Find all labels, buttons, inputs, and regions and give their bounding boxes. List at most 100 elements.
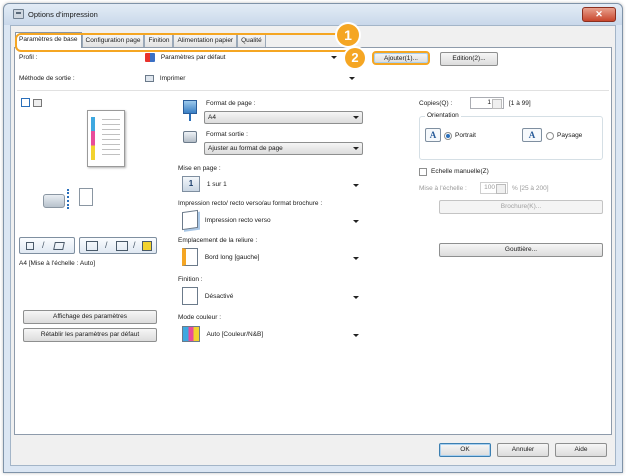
chevron-down-icon xyxy=(349,77,355,80)
page-curl-icon xyxy=(53,242,65,250)
color-stripe xyxy=(91,117,95,160)
color-mode-icon xyxy=(182,326,200,343)
orientation-label: Orientation xyxy=(425,112,461,119)
binding-value: Bord long [gauche] xyxy=(204,254,260,261)
gutter-button[interactable]: Gouttière... xyxy=(439,243,603,257)
layout-value: 1 sur 1 xyxy=(206,181,227,188)
landscape-icon: A xyxy=(522,128,542,142)
book-page-icon xyxy=(116,241,128,251)
landscape-radio[interactable] xyxy=(546,132,554,140)
tab-page-setup[interactable]: Configuration page xyxy=(81,33,145,48)
profile-icon xyxy=(145,52,155,62)
ok-button[interactable]: OK xyxy=(439,443,491,457)
printer-illustration-icon xyxy=(43,194,65,208)
tab-strip: Paramètres de base Configuration page Fi… xyxy=(15,32,266,48)
color-mode-dropdown[interactable]: Auto [Couleur/N&B] xyxy=(178,324,363,346)
arrow-down-icon xyxy=(189,114,191,121)
profile-label: Profil : xyxy=(19,54,38,61)
manual-scaling-label: Echelle manuelle(Z) xyxy=(431,168,489,175)
duplex-label: Impression recto/ recto verso/au format … xyxy=(178,200,323,207)
help-button[interactable]: Aide xyxy=(555,443,607,457)
chevron-down-icon xyxy=(353,147,359,150)
cancel-button[interactable]: Annuler xyxy=(497,443,549,457)
text-line xyxy=(102,144,120,145)
page-size-value: A4 xyxy=(208,114,216,121)
finishing-value: Désactivé xyxy=(204,293,234,300)
duplex-preview-button[interactable]: / / xyxy=(79,237,157,254)
layout-icon: 1 xyxy=(182,176,200,193)
page-icon xyxy=(26,242,34,250)
page-size-label: Format de page : xyxy=(206,100,256,107)
output-size-icon xyxy=(183,131,197,143)
portrait-label: Portrait xyxy=(455,132,476,139)
slash-icon: / xyxy=(105,240,108,250)
callout-badge-2: 2 xyxy=(345,48,365,68)
feed-direction-icon xyxy=(67,189,69,209)
binding-label: Emplacement de la reliure : xyxy=(178,237,258,244)
add-profile-button[interactable]: Ajouter(1)... xyxy=(372,51,430,65)
text-line xyxy=(102,124,120,125)
chevron-down-icon xyxy=(353,296,359,299)
copies-spinner[interactable]: 1 xyxy=(470,97,504,109)
close-button[interactable]: ✕ xyxy=(582,7,616,22)
restore-defaults-button[interactable]: Rétablir les paramètres par défaut xyxy=(23,328,157,342)
finishing-label: Finition : xyxy=(178,276,203,283)
duplex-icon xyxy=(182,210,198,231)
title-bar: Options d'impression ✕ xyxy=(4,4,622,25)
single-sided-preview-button[interactable]: / xyxy=(19,237,75,254)
output-size-dropdown[interactable]: Ajuster au format de page xyxy=(204,142,363,155)
tab-finishing[interactable]: Finition xyxy=(144,33,174,48)
chevron-down-icon xyxy=(331,56,337,59)
basic-settings-panel: Profil : Paramètres par défaut 2 Ajouter… xyxy=(14,47,612,435)
window-title: Options d'impression xyxy=(28,10,98,19)
slash-icon: / xyxy=(42,240,45,250)
booklet-button[interactable]: Brochure(K)... xyxy=(439,200,603,214)
text-line xyxy=(102,149,120,150)
text-line xyxy=(102,129,120,130)
layout-dropdown[interactable]: 1 1 sur 1 xyxy=(178,175,363,195)
page-size-dropdown[interactable]: A4 xyxy=(204,111,363,124)
text-line xyxy=(102,139,120,140)
text-line xyxy=(102,119,120,120)
binding-dropdown[interactable]: Bord long [gauche] xyxy=(178,247,363,269)
printer-icon xyxy=(13,9,24,19)
copies-range: [1 à 99] xyxy=(509,100,531,107)
portrait-radio[interactable] xyxy=(444,132,452,140)
tab-paper-source[interactable]: Alimentation papier xyxy=(173,33,238,48)
chevron-down-icon xyxy=(353,116,359,119)
scale-label: Mise à l'échelle : xyxy=(419,185,467,192)
output-size-label: Format sortie : xyxy=(206,131,248,138)
tab-basic-settings[interactable]: Paramètres de base xyxy=(15,32,82,48)
scale-spinner[interactable]: 100 xyxy=(480,182,508,194)
callout-badge-1: 1 xyxy=(337,24,359,46)
copies-label: Copies(Q) : xyxy=(419,100,453,107)
sheet-icon xyxy=(79,188,93,206)
edit-profile-button[interactable]: Edition(2)... xyxy=(440,52,498,66)
view-settings-button[interactable]: Affichage des paramètres xyxy=(23,310,157,324)
preview-area xyxy=(23,76,183,224)
binding-icon xyxy=(182,248,198,267)
booklet-page-icon xyxy=(142,241,152,251)
manual-scaling-checkbox[interactable] xyxy=(419,168,427,176)
finishing-dropdown[interactable]: Désactivé xyxy=(178,286,363,308)
chevron-down-icon xyxy=(353,334,359,337)
output-size-value: Ajuster au format de page xyxy=(208,145,283,152)
color-mode-value: Auto [Couleur/N&B] xyxy=(206,331,264,338)
chevron-down-icon xyxy=(353,257,359,260)
profile-dropdown[interactable]: Paramètres par défaut xyxy=(141,51,341,64)
duplex-page-icon xyxy=(86,241,98,251)
profile-value: Paramètres par défaut xyxy=(160,54,226,61)
page-preview-image xyxy=(87,110,125,167)
portrait-icon: A xyxy=(425,128,441,142)
text-line xyxy=(102,154,120,155)
dialog-client: Paramètres de base Configuration page Fi… xyxy=(10,24,616,466)
layout-label: Mise en page : xyxy=(178,165,221,172)
print-options-window: Options d'impression ✕ Paramètres de bas… xyxy=(3,3,623,473)
color-mode-label: Mode couleur : xyxy=(178,314,221,321)
tab-quality[interactable]: Qualité xyxy=(237,33,266,48)
chevron-down-icon xyxy=(353,184,359,187)
scale-range: % [25 à 200] xyxy=(512,185,549,192)
duplex-value: Impression recto verso xyxy=(204,217,271,224)
duplex-dropdown[interactable]: Impression recto verso xyxy=(178,210,363,232)
landscape-label: Paysage xyxy=(557,132,583,139)
